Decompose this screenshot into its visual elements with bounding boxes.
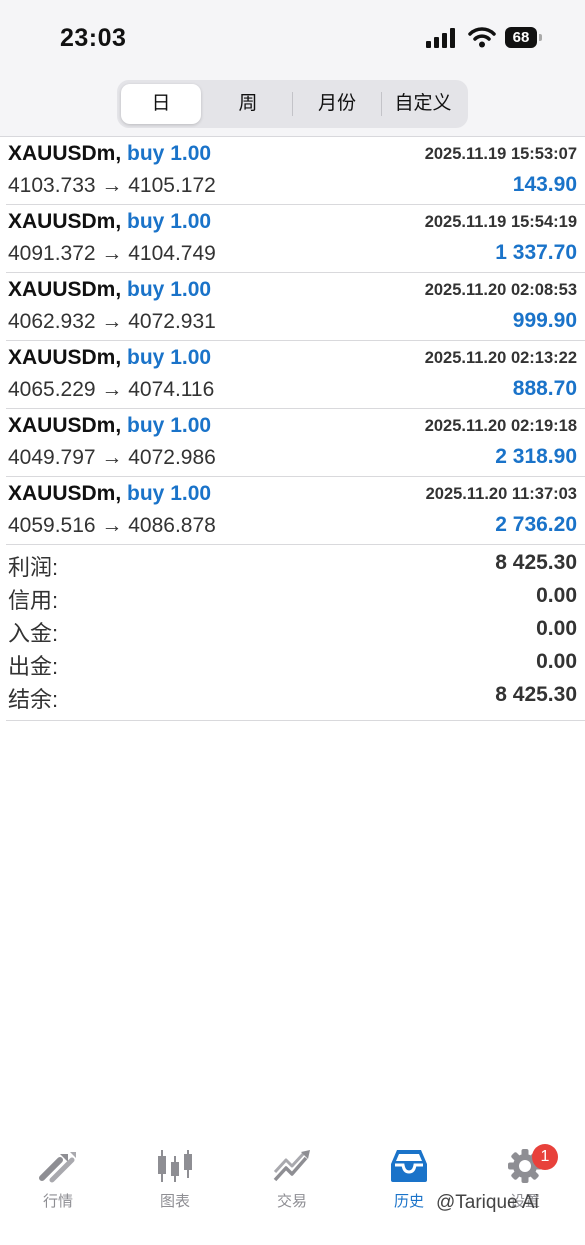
trade-symbol: XAUUSDm, [8, 210, 122, 233]
summary-value: 0.00 [536, 584, 577, 607]
trade-symbol: XAUUSDm, [8, 414, 122, 437]
trade-row[interactable]: XAUUSDm, buy 1.00 2025.11.20 02:13:22 40… [6, 341, 585, 409]
tab-day[interactable]: 日 [121, 84, 201, 124]
trade-row[interactable]: XAUUSDm, buy 1.00 2025.11.20 02:08:53 40… [6, 273, 585, 341]
trade-row[interactable]: XAUUSDm, buy 1.00 2025.11.19 15:53:07 41… [6, 137, 585, 205]
tab-label: 行情 [42, 1193, 73, 1210]
wifi-icon [468, 27, 496, 48]
trade-profit: 888.70 [512, 377, 577, 400]
trade-trend-icon [273, 1150, 310, 1182]
trade-prices: 4062.932 → 4072.931 [8, 310, 216, 333]
summary-value: 0.00 [536, 650, 577, 673]
summary-value: 8 425.30 [495, 551, 577, 574]
trade-side-volume: buy 1.00 [127, 414, 212, 437]
trade-symbol: XAUUSDm, [8, 346, 122, 369]
trade-symbol: XAUUSDm, [8, 278, 122, 301]
notification-badge: 1 [532, 1144, 558, 1170]
summary-label: 信用: [8, 588, 59, 613]
summary-label: 入金: [8, 621, 59, 646]
trade-datetime: 2025.11.19 15:53:07 [424, 145, 577, 163]
trade-row[interactable]: XAUUSDm, buy 1.00 2025.11.20 02:19:18 40… [6, 409, 585, 477]
trade-profit: 143.90 [512, 173, 577, 196]
summary-divider [6, 720, 585, 721]
tab-label: 历史 [393, 1193, 424, 1210]
tab-month[interactable]: 月份 [293, 84, 381, 124]
trade-side-volume: buy 1.00 [127, 346, 212, 369]
tab-week[interactable]: 周 [205, 84, 291, 124]
trade-side-volume: buy 1.00 [127, 142, 212, 165]
trade-side-volume: buy 1.00 [127, 278, 212, 301]
tab-charts[interactable]: 图表 [140, 1148, 210, 1228]
summary-value: 8 425.30 [495, 683, 577, 706]
status-bar: 23:03 68 [0, 0, 585, 78]
tab-label: 交易 [276, 1193, 307, 1210]
summary-row-balance: 结余: 8 425.30 [0, 680, 585, 713]
trade-datetime: 2025.11.20 02:19:18 [424, 417, 577, 435]
trade-datetime: 2025.11.20 11:37:03 [425, 485, 577, 503]
trade-history-list: XAUUSDm, buy 1.00 2025.11.19 15:53:07 41… [0, 137, 585, 545]
trade-profit: 2 318.90 [495, 445, 577, 468]
tab-trade[interactable]: 交易 [257, 1148, 327, 1228]
summary-row-deposit: 入金: 0.00 [0, 614, 585, 647]
summary-label: 结余: [8, 687, 59, 712]
tab-settings[interactable]: 1 设置 [490, 1144, 560, 1228]
battery-level: 68 [512, 29, 530, 46]
trade-profit: 999.90 [512, 309, 577, 332]
summary-row-withdrawal: 出金: 0.00 [0, 647, 585, 680]
quotes-arrows-icon [39, 1152, 76, 1183]
trade-prices: 4103.733 → 4105.172 [8, 174, 216, 197]
bottom-tab-bar: 行情 图表 交易 历史 1 设置 [0, 1130, 585, 1245]
trade-prices: 4065.229 → 4074.116 [8, 378, 215, 401]
tab-label: 图表 [159, 1193, 190, 1210]
summary-row-profit: 利润: 8 425.30 [0, 548, 585, 581]
status-time: 23:03 [60, 24, 127, 52]
candlestick-chart-icon [158, 1150, 192, 1182]
tab-history[interactable]: 历史 [374, 1148, 444, 1228]
summary-label: 利润: [8, 555, 59, 580]
trade-datetime: 2025.11.20 02:08:53 [424, 281, 577, 299]
trade-datetime: 2025.11.19 15:54:19 [424, 213, 577, 231]
trade-prices: 4059.516 → 4086.878 [8, 514, 216, 537]
watermark: @Tarique Ai [436, 1192, 539, 1213]
trade-row[interactable]: XAUUSDm, buy 1.00 2025.11.20 11:37:03 40… [6, 477, 585, 545]
tab-custom[interactable]: 自定义 [382, 84, 464, 124]
trade-profit: 2 736.20 [495, 513, 577, 536]
tab-quotes[interactable]: 行情 [23, 1148, 93, 1228]
trade-symbol: XAUUSDm, [8, 142, 122, 165]
trade-side-volume: buy 1.00 [127, 482, 212, 505]
trade-row[interactable]: XAUUSDm, buy 1.00 2025.11.19 15:54:19 40… [6, 205, 585, 273]
summary-row-credit: 信用: 0.00 [0, 581, 585, 614]
period-segmented-control: 日 周 月份 自定义 [117, 80, 468, 128]
battery-indicator: 68 [505, 27, 543, 49]
summary-value: 0.00 [536, 617, 577, 640]
summary-label: 出金: [8, 654, 59, 679]
cellular-signal-icon [426, 28, 455, 48]
period-selector-area: 日 周 月份 自定义 [0, 78, 585, 137]
trade-datetime: 2025.11.20 02:13:22 [424, 349, 577, 367]
trade-side-volume: buy 1.00 [127, 210, 212, 233]
trade-symbol: XAUUSDm, [8, 482, 122, 505]
account-summary: 利润: 8 425.30 信用: 0.00 入金: 0.00 出金: 0.00 … [0, 548, 585, 713]
history-inbox-icon [391, 1150, 427, 1182]
trade-prices: 4049.797 → 4072.986 [8, 446, 216, 469]
trade-profit: 1 337.70 [495, 241, 577, 264]
trade-prices: 4091.372 → 4104.749 [8, 242, 216, 265]
